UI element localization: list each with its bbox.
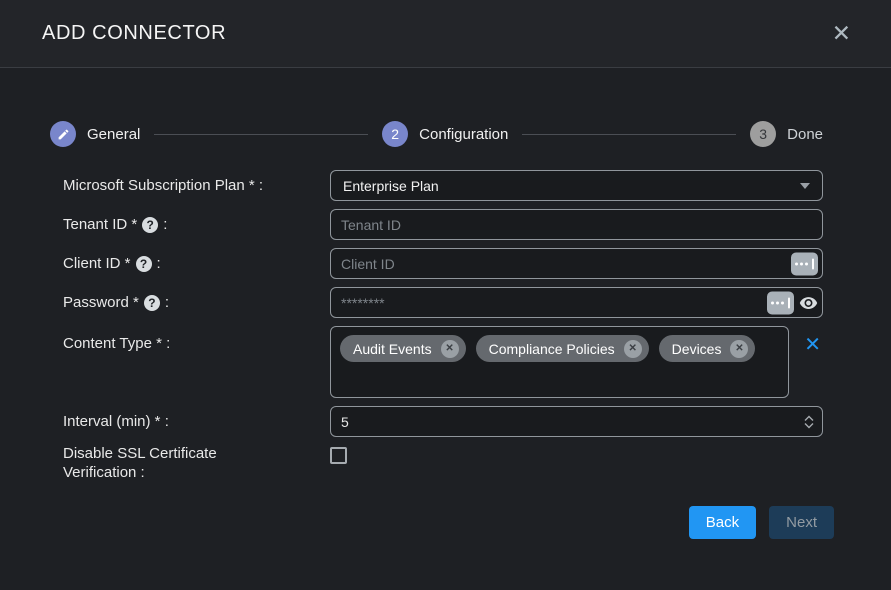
- tenant-id-field: [330, 209, 823, 240]
- ellipsis-picker-icon[interactable]: [791, 252, 818, 275]
- stepper-connector: [154, 134, 368, 135]
- pencil-icon: [50, 121, 76, 147]
- password-input[interactable]: [330, 287, 823, 318]
- tag-remove-icon[interactable]: ✕: [624, 340, 642, 358]
- subscription-plan-value: Enterprise Plan: [343, 178, 439, 194]
- step-general-label: General: [87, 126, 140, 143]
- interval-input[interactable]: [330, 406, 823, 437]
- number-stepper[interactable]: [804, 415, 814, 428]
- step-done[interactable]: 3 Done: [750, 121, 823, 147]
- wizard-stepper: General 2 Configuration 3 Done: [50, 121, 823, 147]
- subscription-plan-field: Enterprise Plan: [330, 170, 823, 201]
- eye-icon[interactable]: [799, 293, 818, 312]
- ellipsis-picker-icon[interactable]: [767, 291, 794, 314]
- clear-all-icon[interactable]: ✕: [804, 335, 821, 355]
- tag-remove-icon[interactable]: ✕: [441, 340, 459, 358]
- back-button[interactable]: Back: [689, 506, 756, 539]
- dialog-actions: Back Next: [0, 506, 834, 539]
- connector-form: Microsoft Subscription Plan * : Enterpri…: [63, 170, 823, 483]
- stepper-connector: [522, 134, 736, 135]
- client-id-label: Client ID * ? :: [63, 255, 330, 272]
- ssl-field: [330, 447, 823, 464]
- tag-audit-events: Audit Events ✕: [340, 335, 466, 362]
- tenant-id-label: Tenant ID * ? :: [63, 216, 330, 233]
- subscription-plan-label: Microsoft Subscription Plan * :: [63, 177, 330, 194]
- password-label: Password * ? :: [63, 294, 330, 311]
- close-icon[interactable]: ✕: [832, 22, 851, 45]
- chevron-down-icon: [800, 183, 810, 189]
- dialog-header: ADD CONNECTOR ✕: [0, 0, 891, 68]
- interval-field: [330, 406, 823, 437]
- chevron-up-icon[interactable]: [804, 415, 814, 421]
- content-type-label: Content Type * :: [63, 335, 330, 352]
- client-id-adornments: [791, 252, 818, 275]
- interval-label: Interval (min) * :: [63, 413, 330, 430]
- next-button[interactable]: Next: [769, 506, 834, 539]
- add-connector-dialog: ADD CONNECTOR ✕ General 2 Configuration …: [0, 0, 891, 590]
- chevron-down-icon[interactable]: [804, 422, 814, 428]
- ssl-checkbox[interactable]: [330, 447, 347, 464]
- password-adornments: [767, 291, 818, 314]
- step-2-badge: 2: [382, 121, 408, 147]
- client-id-input[interactable]: [330, 248, 823, 279]
- step-3-badge: 3: [750, 121, 776, 147]
- subscription-plan-select[interactable]: Enterprise Plan: [330, 170, 823, 201]
- step-configuration-label: Configuration: [419, 126, 508, 143]
- password-field: [330, 287, 823, 318]
- help-icon[interactable]: ?: [144, 295, 160, 311]
- content-type-field: Audit Events ✕ Compliance Policies ✕ Dev…: [330, 326, 823, 398]
- content-type-multiselect[interactable]: Audit Events ✕ Compliance Policies ✕ Dev…: [330, 326, 789, 398]
- tenant-id-input[interactable]: [330, 209, 823, 240]
- help-icon[interactable]: ?: [142, 217, 158, 233]
- tag-devices: Devices ✕: [659, 335, 756, 362]
- step-general[interactable]: General: [50, 121, 140, 147]
- client-id-field: [330, 248, 823, 279]
- tag-compliance-policies: Compliance Policies ✕: [476, 335, 649, 362]
- step-done-label: Done: [787, 126, 823, 143]
- step-configuration[interactable]: 2 Configuration: [382, 121, 508, 147]
- tag-remove-icon[interactable]: ✕: [730, 340, 748, 358]
- help-icon[interactable]: ?: [136, 256, 152, 272]
- ssl-label: Disable SSL Certificate Verification :: [63, 445, 330, 483]
- dialog-title: ADD CONNECTOR: [42, 22, 226, 45]
